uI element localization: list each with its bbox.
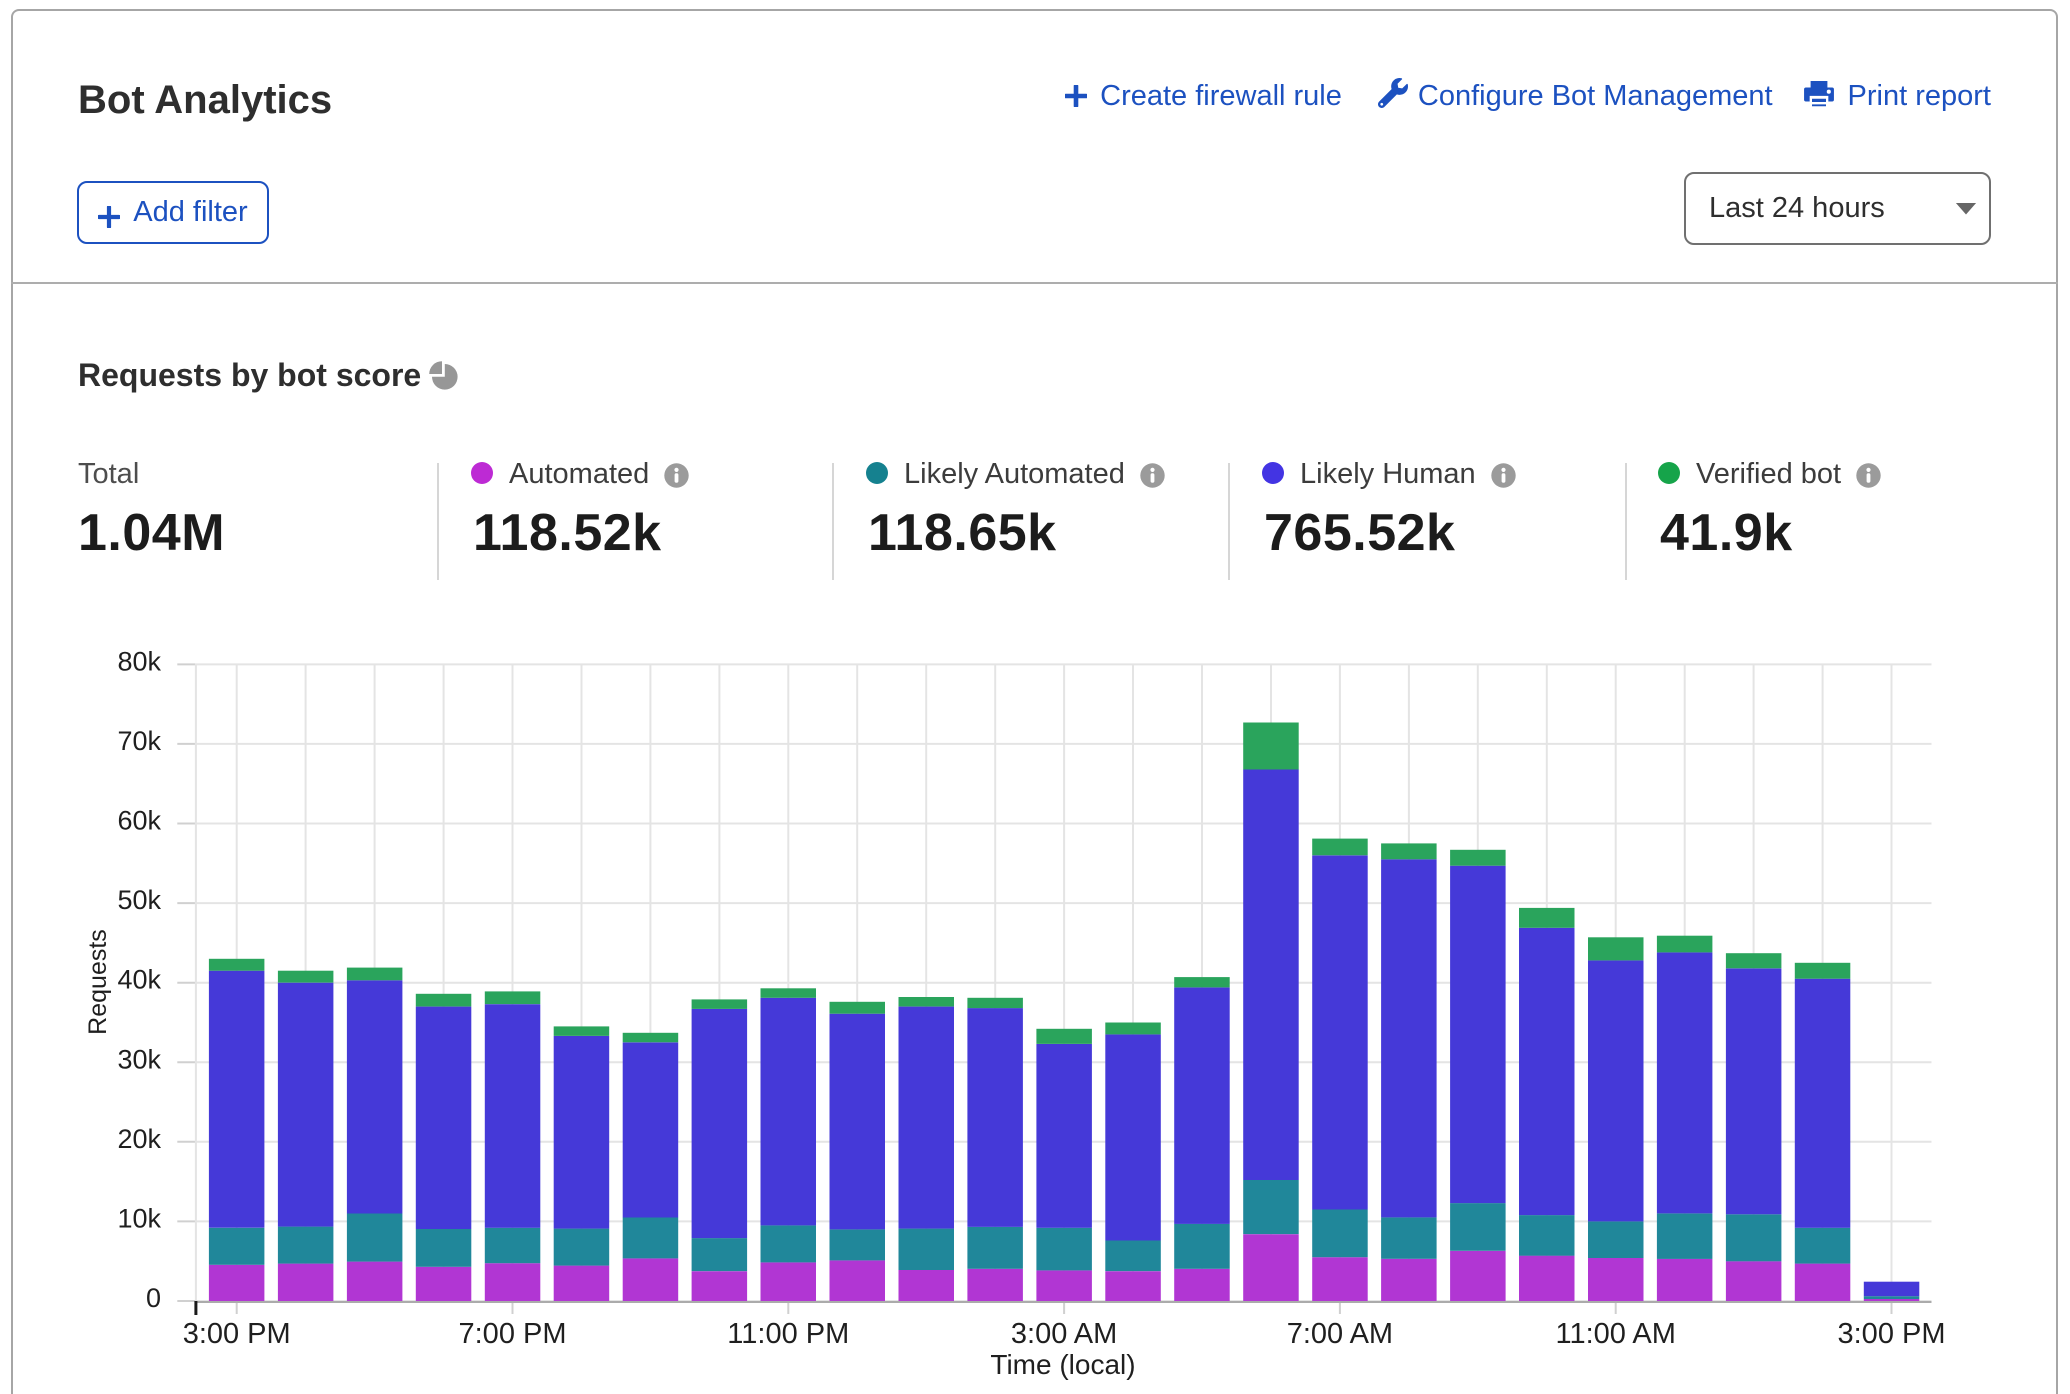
svg-text:60k: 60k bbox=[117, 806, 161, 836]
svg-text:11:00 AM: 11:00 AM bbox=[1556, 1318, 1676, 1350]
svg-text:3:00 PM: 3:00 PM bbox=[183, 1318, 291, 1350]
svg-text:7:00 PM: 7:00 PM bbox=[459, 1318, 567, 1350]
svg-text:50k: 50k bbox=[117, 885, 161, 915]
svg-text:7:00 AM: 7:00 AM bbox=[1287, 1318, 1393, 1350]
svg-text:0: 0 bbox=[146, 1283, 161, 1313]
svg-text:Time (local): Time (local) bbox=[990, 1349, 1135, 1380]
svg-text:80k: 80k bbox=[117, 646, 161, 676]
svg-text:10k: 10k bbox=[117, 1203, 161, 1233]
svg-text:70k: 70k bbox=[117, 726, 161, 756]
svg-text:Requests: Requests bbox=[84, 929, 112, 1035]
svg-text:11:00 PM: 11:00 PM bbox=[727, 1318, 849, 1350]
svg-text:20k: 20k bbox=[117, 1124, 161, 1154]
svg-text:40k: 40k bbox=[117, 965, 161, 995]
svg-text:3:00 AM: 3:00 AM bbox=[1011, 1318, 1117, 1350]
svg-text:3:00 PM: 3:00 PM bbox=[1838, 1318, 1946, 1350]
svg-text:30k: 30k bbox=[117, 1044, 161, 1074]
